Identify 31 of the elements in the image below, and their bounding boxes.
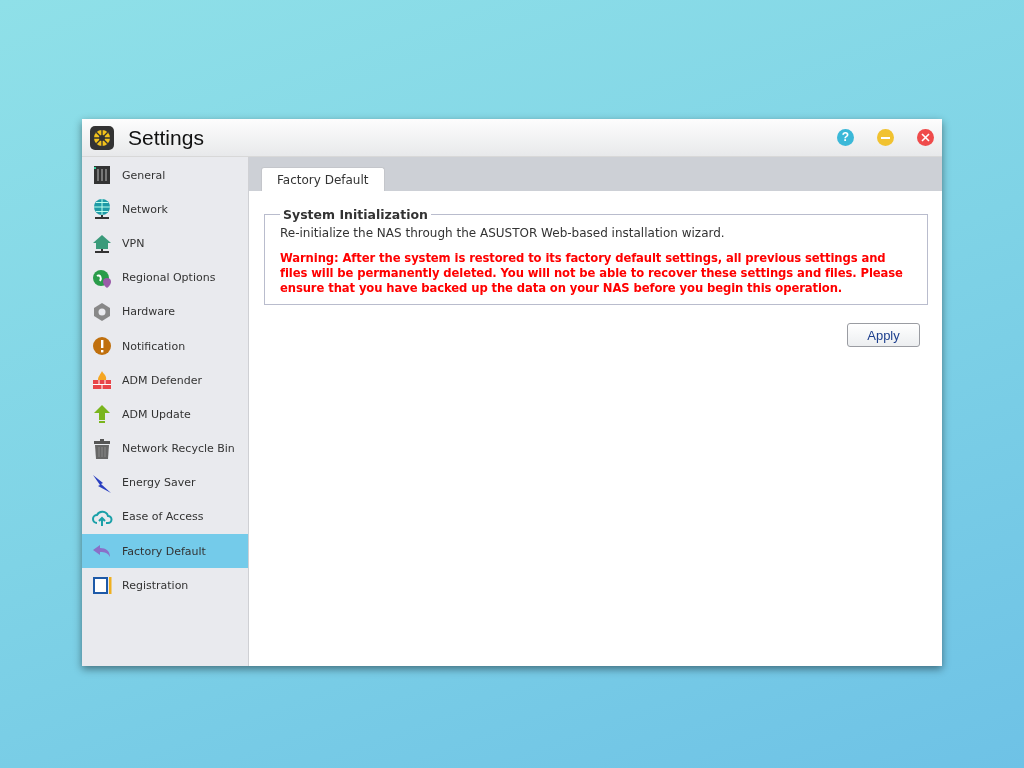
exclamation-icon xyxy=(91,335,113,358)
trash-icon xyxy=(91,437,113,460)
globe-icon xyxy=(91,198,113,221)
sidebar-item[interactable]: General xyxy=(82,158,248,193)
sidebar-item[interactable]: Hardware xyxy=(82,294,248,329)
nut-icon xyxy=(91,300,113,323)
warning-text: Warning: After the system is restored to its factory default settings, all previous settings and files will be permanently deleted. You will not be able to recover these settings and files. Please ensure that you have backed up the data on your NAS before you begin this operation. xyxy=(280,251,904,296)
server-icon xyxy=(91,164,113,187)
sidebar-item[interactable]: ADM Defender xyxy=(82,363,248,398)
tab[interactable]: Factory Default xyxy=(261,167,385,191)
window-title: Settings xyxy=(128,125,205,150)
sidebar-item[interactable]: Registration xyxy=(82,568,248,603)
sidebar-item[interactable]: Network Recycle Bin xyxy=(82,431,248,466)
firewall-icon xyxy=(91,369,113,392)
sidebar-item[interactable]: Factory Default xyxy=(82,534,248,569)
apply-button[interactable]: Apply xyxy=(847,323,920,347)
minus-icon xyxy=(881,136,890,139)
sidebar-item[interactable]: Notification xyxy=(82,328,248,364)
sidebar-item[interactable]: Ease of Access xyxy=(82,499,248,535)
sidebar-item[interactable]: Network xyxy=(82,192,248,227)
clipboard-icon xyxy=(91,574,113,597)
wheel-icon xyxy=(90,125,114,150)
description-text: Re-initialize the NAS through the ASUSTOR Web-based installation wizard. xyxy=(280,226,726,240)
sidebar-item[interactable]: Energy Saver xyxy=(82,465,248,500)
house-icon xyxy=(91,232,113,255)
sidebar-item[interactable]: Regional Options xyxy=(82,260,248,295)
sidebar-item[interactable]: VPN xyxy=(82,226,248,261)
close-icon xyxy=(921,133,930,142)
sidebar-item[interactable]: ADM Update xyxy=(82,397,248,432)
close-button[interactable] xyxy=(917,129,934,146)
section-title: System Initialization xyxy=(282,207,429,222)
